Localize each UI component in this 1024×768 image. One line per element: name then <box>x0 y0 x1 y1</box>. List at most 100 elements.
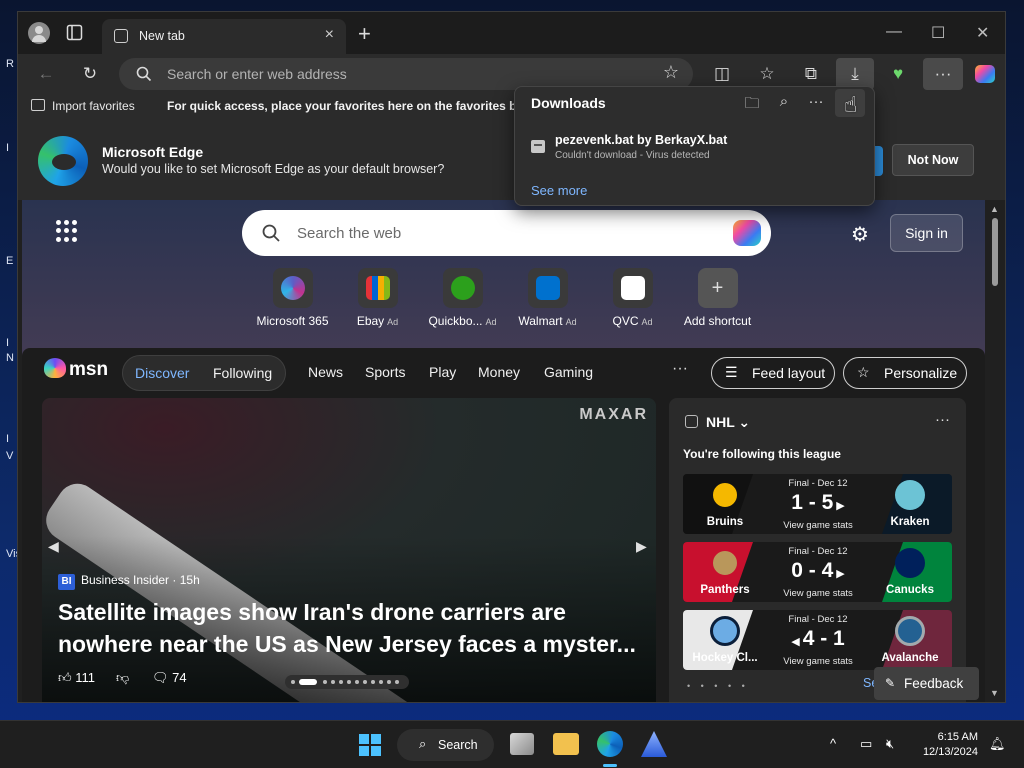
edge-taskbar-icon[interactable] <box>597 731 623 757</box>
more-options-icon[interactable]: ··· <box>805 93 827 110</box>
page-scrollbar[interactable]: ▲ ▼ <box>987 202 1003 702</box>
game-score: ◀ 4 - 1 <box>773 627 863 651</box>
volume-muted-icon[interactable]: 🔇︎ <box>886 736 894 752</box>
nhl-subtitle: You're following this league <box>683 447 841 461</box>
clock-time: 6:15 AM <box>937 731 978 743</box>
team-left: Panthers <box>700 584 750 596</box>
nav-more-icon[interactable]: ··· <box>672 360 688 378</box>
personalize-button[interactable]: ☆ Personalize <box>843 357 967 389</box>
search-downloads-icon[interactable]: ⌕ <box>773 93 795 110</box>
game-score-row[interactable]: Hockey Cl... Avalanche Final - Dec 12 ◀ 4… <box>683 610 952 670</box>
nav-news[interactable]: News <box>308 364 343 380</box>
team-right: Avalanche <box>881 652 939 664</box>
start-button[interactable] <box>359 734 381 756</box>
collections-icon[interactable]: ⧉ <box>799 62 823 86</box>
article-headline[interactable]: Satellite images show Iran's drone carri… <box>58 596 643 660</box>
refresh-icon[interactable]: ↻ <box>78 62 102 86</box>
copilot-icon[interactable] <box>973 62 997 86</box>
import-favorites-button[interactable]: Import favorites <box>52 99 135 113</box>
nav-play[interactable]: Play <box>429 364 456 380</box>
back-icon[interactable]: ← <box>34 62 58 86</box>
file-explorer-icon[interactable] <box>553 733 579 755</box>
shortcut-walmart[interactable]: Walmart Ad <box>505 268 590 328</box>
network-icon[interactable]: ▭ <box>860 736 872 752</box>
nav-money[interactable]: Money <box>478 364 520 380</box>
profile-avatar[interactable] <box>28 22 50 44</box>
download-icon[interactable]: ⤓ <box>843 62 867 86</box>
view-game-stats-link[interactable]: View game stats <box>773 656 863 667</box>
web-search-input[interactable] <box>297 223 697 243</box>
view-game-stats-link[interactable]: View game stats <box>773 520 863 531</box>
nav-sports[interactable]: Sports <box>365 364 405 380</box>
set-default-button[interactable] <box>875 146 883 176</box>
game-status: Final - Dec 12 <box>788 478 848 489</box>
image-watermark: MAXAR <box>579 406 648 423</box>
shortcut-microsoft-365[interactable]: Microsoft 365 <box>250 268 335 328</box>
minimize-icon[interactable]: — <box>886 23 902 41</box>
open-downloads-folder-icon[interactable]: 🗀 <box>741 93 763 118</box>
nhl-title[interactable]: NHL ⌄ <box>685 414 750 431</box>
feedback-button[interactable]: ✎ Feedback <box>874 667 979 700</box>
see-more-link[interactable]: See more <box>531 183 587 198</box>
maximize-icon[interactable]: ☐ <box>931 23 945 43</box>
close-tab-icon[interactable]: × <box>325 26 334 44</box>
card-page-dots[interactable]: • • • • • <box>687 681 749 691</box>
article-source: BI Business Insider · 15h <box>58 573 200 590</box>
browser-essentials-icon[interactable]: ♥ <box>886 62 910 86</box>
page-settings-gear-icon[interactable]: ⚙ <box>851 222 869 247</box>
feed-tab-switch: Discover Following <box>122 355 286 391</box>
not-now-button[interactable]: Not Now <box>892 144 974 176</box>
hero-article-card[interactable]: MAXAR ◀ ▶ BI Business Insider · 15h Satel… <box>42 398 656 702</box>
web-search-box[interactable] <box>242 210 771 256</box>
game-status: Final - Dec 12 <box>788 614 848 625</box>
card-more-icon[interactable]: ··· <box>935 411 950 428</box>
show-hidden-icons-icon[interactable]: ^ <box>830 736 836 751</box>
scroll-up-icon[interactable]: ▲ <box>990 204 999 214</box>
app-launcher-icon[interactable] <box>56 220 78 242</box>
split-screen-icon[interactable]: ◫ <box>710 62 734 86</box>
edge-logo-icon <box>38 136 88 186</box>
tab-following[interactable]: Following <box>213 365 272 381</box>
scroll-down-icon[interactable]: ▼ <box>990 688 999 698</box>
feed-layout-button[interactable]: ☰ Feed layout <box>711 357 835 389</box>
sign-in-button[interactable]: Sign in <box>890 214 963 252</box>
carousel-indicator[interactable] <box>285 675 409 689</box>
pinned-app-icon[interactable] <box>641 731 667 757</box>
view-game-stats-link[interactable]: View game stats <box>773 588 863 599</box>
feedback-label: Feedback <box>904 676 964 691</box>
like-button[interactable]: 👍︎ 111 <box>58 670 95 686</box>
tab-title: New tab <box>139 29 185 43</box>
score-text: 1 - 5 <box>791 491 834 514</box>
task-view-icon[interactable] <box>510 733 534 755</box>
favorite-star-icon[interactable]: ☆ <box>663 62 679 83</box>
game-score-row[interactable]: Panthers Canucks Final - Dec 12 0 - 4 ▶ V… <box>683 542 952 602</box>
more-icon[interactable]: ··· <box>931 62 955 86</box>
tab-actions-icon[interactable] <box>66 24 83 41</box>
shortcut-ebay[interactable]: Ebay Ad <box>335 268 420 328</box>
scrollbar-thumb[interactable] <box>992 218 998 286</box>
shortcut-quickbooks[interactable]: Quickbo... Ad <box>420 268 505 328</box>
msn-logo[interactable]: msn <box>44 358 108 381</box>
new-tab-button[interactable]: + <box>358 21 371 47</box>
notifications-bell-icon[interactable]: 🔔︎ <box>989 736 1006 752</box>
carousel-prev-icon[interactable]: ◀ <box>48 538 59 555</box>
close-window-icon[interactable]: ✕ <box>976 23 989 43</box>
nav-gaming[interactable]: Gaming <box>544 364 593 380</box>
shortcut-add[interactable]: + Add shortcut <box>675 268 760 328</box>
add-shortcut-icon: + <box>711 277 724 299</box>
dislike-icon[interactable]: 👎︎ <box>116 670 129 686</box>
taskbar-clock[interactable]: 6:15 AM 12/13/2024 <box>918 730 978 760</box>
tab-discover[interactable]: Discover <box>135 365 189 381</box>
downloads-flyout: Downloads 🗀 ⌕ ··· pezevenk.bat by Berkay… <box>514 86 875 206</box>
address-input[interactable] <box>167 64 627 84</box>
taskbar-search-button[interactable]: ⌕ Search <box>397 729 494 761</box>
shortcut-qvc[interactable]: QVC Ad <box>590 268 675 328</box>
tab-new-tab[interactable]: New tab × <box>102 19 346 54</box>
comments-button[interactable]: 🗨︎ 74 <box>152 670 187 686</box>
favorites-icon[interactable]: ☆ <box>755 62 779 86</box>
carousel-next-icon[interactable]: ▶ <box>636 538 647 555</box>
copilot-search-icon[interactable] <box>733 220 761 246</box>
game-score-row[interactable]: Bruins Kraken Final - Dec 12 1 - 5 ▶ View… <box>683 474 952 534</box>
bruins-logo-icon <box>710 480 740 510</box>
download-file-name[interactable]: pezevenk.bat by BerkayX.bat <box>555 133 727 147</box>
